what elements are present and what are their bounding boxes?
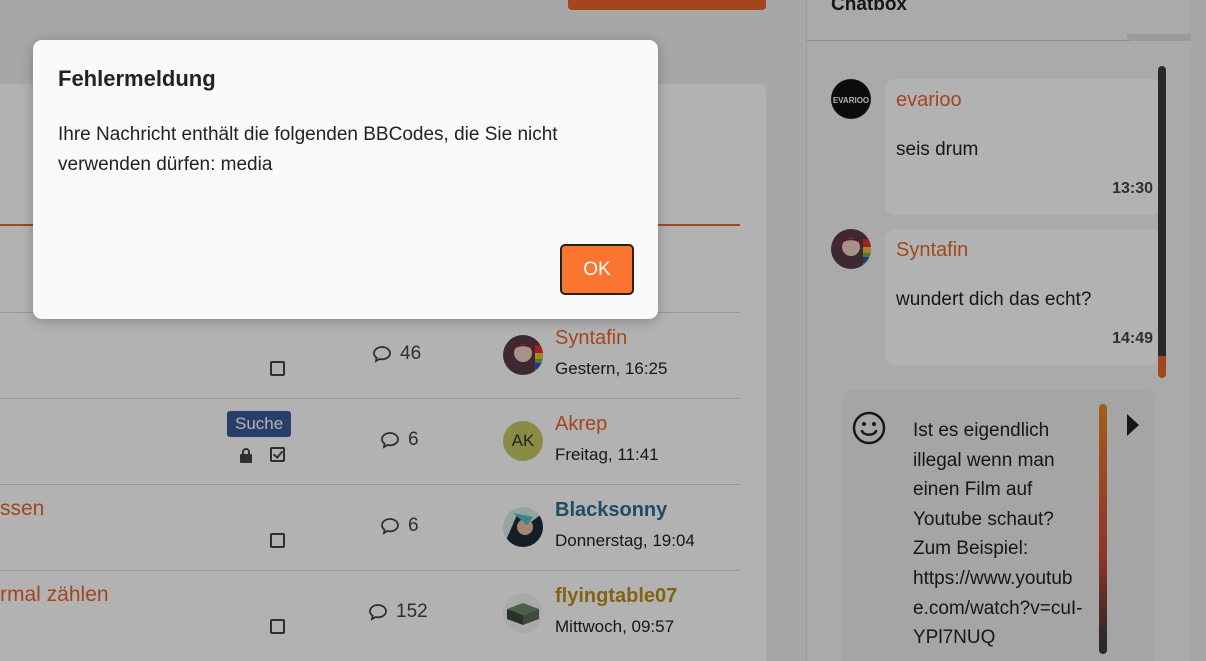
dialog-title: Fehlermeldung: [58, 66, 216, 91]
dialog-message: Ihre Nachricht enthält die folgenden BBC…: [58, 124, 558, 175]
error-dialog: Fehlermeldung Ihre Nachricht enthält die…: [33, 40, 658, 319]
ok-button[interactable]: OK: [560, 244, 634, 295]
